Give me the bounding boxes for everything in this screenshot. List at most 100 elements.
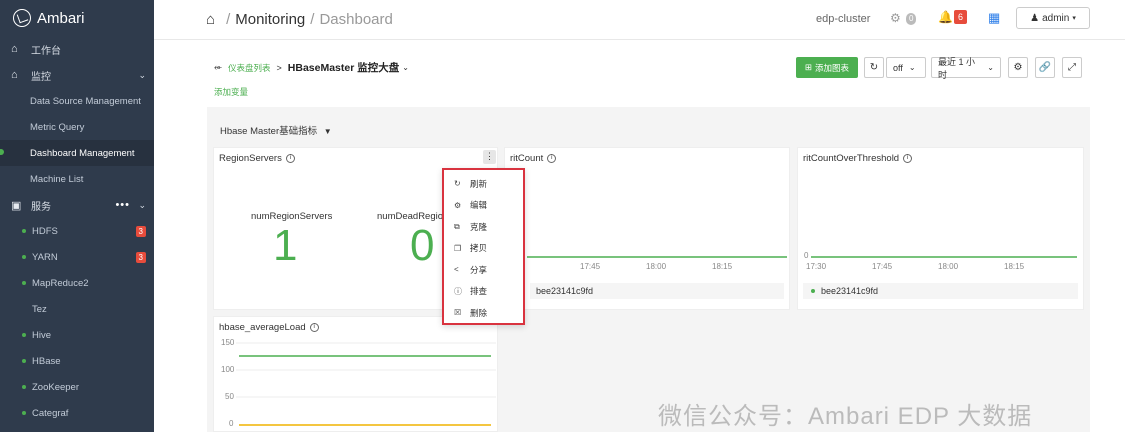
menu-item[interactable]: ⚙ 编辑 <box>444 195 523 217</box>
service-name: HDFS <box>32 225 58 237</box>
y-tick-label: 100 <box>221 365 235 374</box>
info-icon: ⓘ <box>454 286 462 296</box>
x-tick-label: 18:15 <box>712 262 733 271</box>
menu-item[interactable]: ☒ 删除 <box>444 302 523 324</box>
sidebar-item-data-source[interactable]: Data Source Management <box>0 88 154 114</box>
user-icon: ♟ <box>1030 12 1040 24</box>
x-tick-label: 18:00 <box>938 262 959 271</box>
share-link-button[interactable]: 🔗 <box>1035 57 1055 78</box>
status-dot-icon <box>22 359 26 363</box>
add-variable-link[interactable]: 添加变量 <box>214 86 248 98</box>
chevron-down-icon[interactable]: ⌄ <box>402 63 409 72</box>
breadcrumb-monitoring[interactable]: Monitoring <box>235 11 305 28</box>
cluster-name[interactable]: edp-cluster <box>816 13 870 25</box>
brand[interactable]: Ambari <box>0 0 154 36</box>
fullscreen-button[interactable]: ⤢ <box>1062 57 1082 78</box>
sidebar-item-monitor[interactable]: ⌂ 监控 ⌄ <box>0 62 154 88</box>
sidebar-item-service[interactable]: Tez <box>0 296 154 322</box>
panel-more-button[interactable]: ⋮ <box>483 150 496 164</box>
home-icon: ⌂ <box>11 43 18 55</box>
sidebar-item-services[interactable]: ▣ 服务 ••• ⌄ <box>0 192 154 218</box>
chart-legend[interactable]: bee23141c9fd <box>530 283 784 299</box>
sidebar-item-dashboard-management[interactable]: Dashboard Management <box>0 140 154 166</box>
sidebar-item-workbench[interactable]: ⌂ 工作台 <box>0 36 154 62</box>
panel-title: ritCountOverThreshold i <box>803 153 913 164</box>
menu-item[interactable]: ⧉ 克隆 <box>444 216 523 238</box>
settings-button[interactable]: ⚙ <box>1008 57 1028 78</box>
breadcrumb: ⌂ / Monitoring / Dashboard <box>206 11 393 28</box>
top-bar: ⌂ / Monitoring / Dashboard edp-cluster ⚙… <box>154 0 1125 40</box>
y-tick-label: 150 <box>221 338 235 347</box>
menu-item-label: 编辑 <box>470 200 488 211</box>
sidebar-item-metric-query[interactable]: Metric Query <box>0 114 154 140</box>
trash-icon: ☒ <box>454 308 462 318</box>
info-icon[interactable]: i <box>903 153 913 163</box>
time-range-select[interactable]: 最近 1 小时 ⌄ <box>931 57 1001 80</box>
refresh-interval-select[interactable]: off ⌄ <box>886 57 926 78</box>
menu-item[interactable]: ⓘ 排查 <box>444 281 523 303</box>
menu-item-label: 删除 <box>470 307 488 318</box>
user-menu-button[interactable]: ♟ admin ▾ <box>1016 7 1090 29</box>
sidebar-item-service[interactable]: MapReduce2 <box>0 270 154 296</box>
panel-title: hbase_averageLoad i <box>219 322 319 333</box>
sidebar-item-service[interactable]: HDFS 3 <box>0 218 154 244</box>
x-tick-label: 17:30 <box>806 262 827 271</box>
share-icon: < <box>454 265 459 275</box>
plus-icon: ⊞ <box>804 62 813 72</box>
breadcrumb-dashboard: Dashboard <box>319 11 393 28</box>
home-icon[interactable]: ⌂ <box>206 11 215 28</box>
sidebar-item-label: 服务 <box>31 201 51 213</box>
alerts-count-badge: 6 <box>954 10 968 24</box>
add-chart-button[interactable]: ⊞ 添加图表 <box>796 57 858 78</box>
series-line <box>811 256 1077 258</box>
status-dot-icon <box>22 385 26 389</box>
panel-group-title[interactable]: Hbase Master基础指标 ▼ <box>220 123 332 137</box>
sidebar-item-service[interactable]: Hive <box>0 322 154 348</box>
grid-icon[interactable]: ▦ <box>988 10 1000 26</box>
status-dot-icon <box>22 333 26 337</box>
sidebar-item-service[interactable]: ZooKeeper <box>0 374 154 400</box>
fullscreen-icon: ⤢ <box>1068 62 1076 73</box>
panel-title: RegionServers i <box>219 153 295 164</box>
menu-item[interactable]: ❐ 拷贝 <box>444 238 523 260</box>
y-tick-label: 0 <box>804 251 809 260</box>
legend-text: bee23141c9fd <box>536 286 594 296</box>
sidebar-item-label: 监控 <box>31 71 51 83</box>
menu-item[interactable]: < 分享 <box>444 259 523 281</box>
back-icon[interactable]: ⬰ <box>214 62 222 73</box>
sidebar-item-service[interactable]: Categraf <box>0 400 154 426</box>
menu-item[interactable]: ↻ 刷新 <box>444 173 523 195</box>
copy-icon: ❐ <box>454 243 462 253</box>
panel-group-label: Hbase Master基础指标 <box>220 126 318 137</box>
bell-icon[interactable]: 🔔 <box>938 10 953 24</box>
gear-icon: ⚙ <box>1013 62 1023 73</box>
status-dot-icon <box>22 255 26 259</box>
breadcrumb-separator: > <box>276 62 282 73</box>
chart-legend[interactable]: bee23141c9fd <box>803 283 1078 299</box>
service-name: HBase <box>32 355 61 367</box>
home-icon: ⌂ <box>11 69 18 81</box>
more-icon[interactable]: ••• <box>115 199 130 211</box>
panel-title: ritCount i <box>510 153 557 164</box>
dashboard-title[interactable]: HBaseMaster 监控大盘 <box>288 60 399 75</box>
info-icon[interactable]: i <box>547 153 557 163</box>
x-tick-label: 17:45 <box>872 262 893 271</box>
sidebar-item-machine-list[interactable]: Machine List <box>0 166 154 192</box>
refresh-icon: ↻ <box>869 62 879 73</box>
dashboard-list-link[interactable]: 仪表盘列表 <box>228 62 271 74</box>
legend-dot <box>811 289 815 293</box>
refresh-button[interactable]: ↻ <box>864 57 884 78</box>
menu-item-label: 克隆 <box>470 221 488 232</box>
gear-icon[interactable]: ⚙ <box>890 11 901 25</box>
caret-down-icon: ▼ <box>323 127 332 136</box>
panel-title-text: hbase_averageLoad <box>219 322 306 333</box>
info-icon[interactable]: i <box>285 153 295 163</box>
info-icon[interactable]: i <box>309 322 319 332</box>
menu-item-label: 拷贝 <box>470 243 488 254</box>
x-tick-label: 18:00 <box>646 262 667 271</box>
sidebar-item-service[interactable]: YARN 3 <box>0 244 154 270</box>
x-tick-label: 17:45 <box>580 262 601 271</box>
sidebar-item-service[interactable]: HBase <box>0 348 154 374</box>
status-dot-icon <box>22 281 26 285</box>
alert-badge: 3 <box>135 251 146 263</box>
